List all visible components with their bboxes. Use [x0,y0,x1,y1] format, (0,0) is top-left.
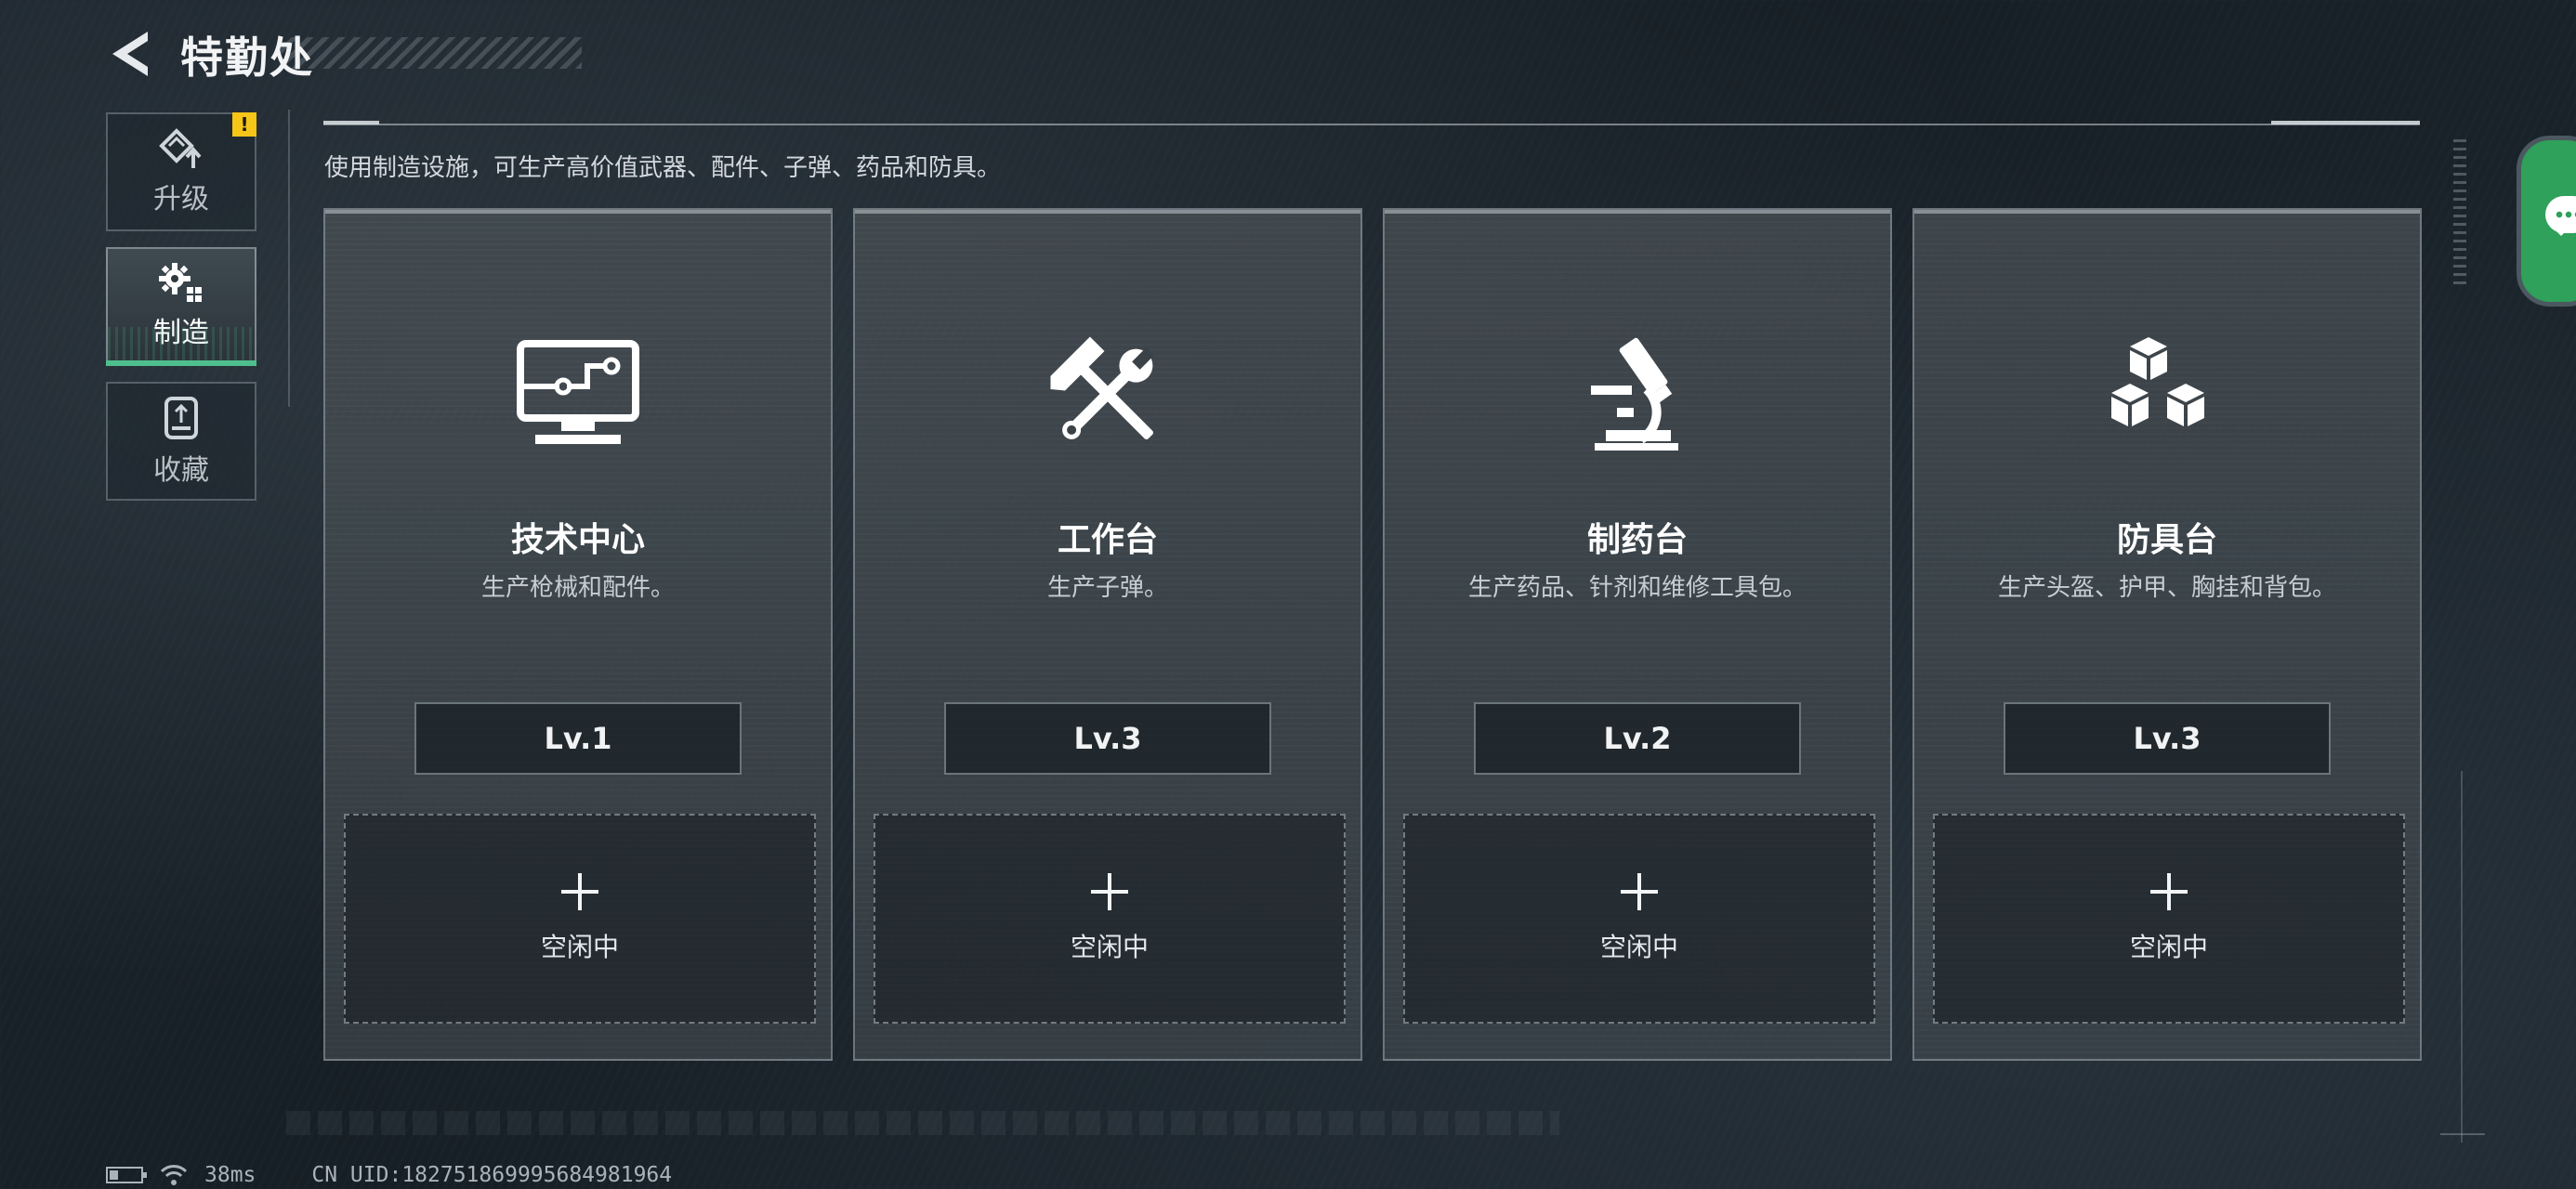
facility-level: Lv.3 [944,702,1271,775]
facility-name: 防具台 [2116,521,2217,559]
edge-cross-decoration [2440,1133,2485,1135]
chat-dots [2555,211,2576,218]
production-slot[interactable]: 空闲中 [874,814,1346,1024]
sidebar-divider [288,110,290,407]
battery-icon [106,1167,147,1183]
back-button[interactable] [104,26,156,82]
edge-decoration [2453,139,2466,288]
facility-description: 生产子弹。 [1046,574,1168,602]
sidebar-item-label: 制造 [153,317,209,349]
stacked-cubes-icon [2093,329,2241,459]
sidebar-item-label: 收藏 [153,454,209,487]
slot-status: 空闲中 [1070,932,1149,962]
upgrade-icon [159,128,202,168]
facility-card-workbench[interactable]: 工作台 生产子弹。 Lv.3 空闲中 [853,208,1362,1061]
microscope-icon [1563,329,1712,459]
floating-chat-button[interactable] [2517,136,2576,307]
facility-description: 生产药品、针剂和维修工具包。 [1467,574,1807,602]
facility-description: 生产头盔、护甲、胸挂和背包。 [1997,574,2336,602]
facility-level: Lv.3 [2004,702,2331,775]
plus-icon [1621,873,1658,910]
facility-name: 制药台 [1586,521,1688,559]
plus-icon [1091,873,1128,910]
slot-status: 空闲中 [2129,932,2208,962]
sidebar-item-collection[interactable]: 收藏 [106,382,256,501]
slot-status: 空闲中 [540,932,619,962]
facility-name: 技术中心 [510,521,645,559]
facility-card-pharmacy[interactable]: 制药台 生产药品、针剂和维修工具包。 Lv.2 空闲中 [1383,208,1892,1061]
header-divider [323,121,2420,125]
sidebar-item-craft[interactable]: 制造 [106,247,256,366]
sidebar-item-upgrade[interactable]: 升级 ! [106,112,256,231]
facility-description: 生产枪械和配件。 [480,574,675,602]
production-slot[interactable]: 空闲中 [1403,814,1875,1024]
bottom-decoration [286,1111,1559,1135]
plus-icon [561,873,598,910]
collection-icon [164,397,198,439]
facility-level: Lv.2 [1474,702,1801,775]
title-hatch-decoration [279,37,582,69]
plus-icon [2150,873,2188,910]
hammer-wrench-icon [1033,329,1182,459]
wifi-icon [160,1165,188,1185]
computer-monitor-icon [504,329,652,459]
page-description: 使用制造设施，可生产高价值武器、配件、子弹、药品和防具。 [324,154,1002,182]
page-title: 特勤处 [180,33,314,83]
facility-card-tech-center[interactable]: 技术中心 生产枪械和配件。 Lv.1 空闲中 [323,208,833,1061]
status-bar: 38ms CN UID:182751869995684981964 [106,1161,672,1189]
back-arrow-icon [112,32,148,76]
warning-badge: ! [232,112,256,137]
facility-level: Lv.1 [414,702,742,775]
edge-line-decoration [2461,771,2463,1143]
production-slot[interactable]: 空闲中 [1933,814,2405,1024]
slot-status: 空闲中 [1599,932,1678,962]
facility-card-armor-bench[interactable]: 防具台 生产头盔、护甲、胸挂和背包。 Lv.3 空闲中 [1912,208,2422,1061]
sidebar-item-label: 升级 [153,183,209,216]
gears-icon [159,263,202,302]
ping-text: 38ms [204,1163,256,1187]
facility-name: 工作台 [1057,521,1158,559]
production-slot[interactable]: 空闲中 [344,814,816,1024]
uid-text: CN UID:182751869995684981964 [311,1163,673,1187]
